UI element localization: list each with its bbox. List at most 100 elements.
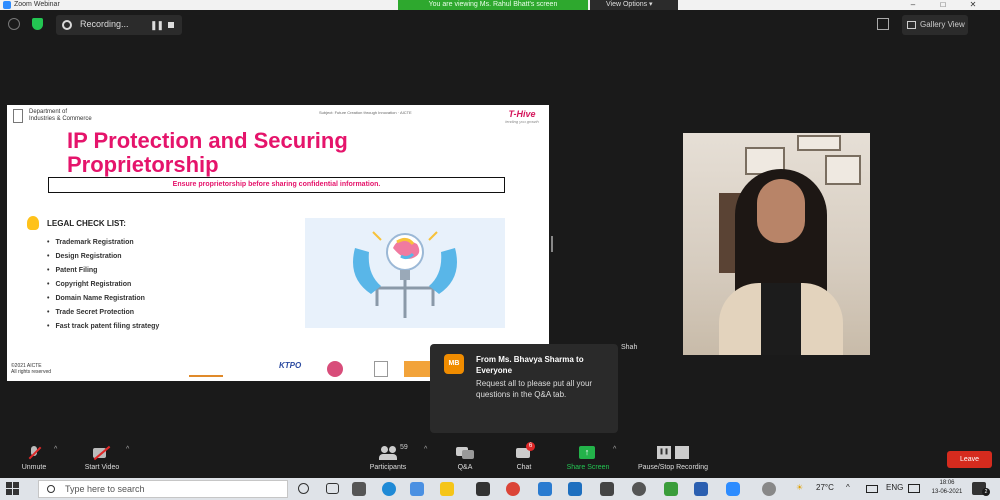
- checklist-title: LEGAL CHECK LIST:: [47, 219, 126, 228]
- zoom-taskbar-icon[interactable]: [726, 482, 740, 496]
- taskbar-app-icon[interactable]: [664, 482, 678, 496]
- chat-label: Chat: [516, 464, 532, 471]
- legal-checklist: Trademark Registration Design Registrati…: [47, 236, 159, 334]
- network-icon[interactable]: [866, 485, 878, 493]
- slide-subject: Subject: Future Creation through Innovat…: [319, 110, 412, 115]
- recording-indicator: Recording... ❚❚: [56, 15, 182, 35]
- start-video-label: Start Video: [84, 464, 120, 471]
- checklist-item: Fast track patent filing strategy: [47, 320, 159, 334]
- chat-icon: 6: [516, 442, 535, 462]
- logo-text: T-Hive: [508, 109, 536, 119]
- minimize-icon[interactable]: –: [902, 0, 924, 10]
- input-language[interactable]: ENG: [886, 483, 903, 492]
- windows-taskbar: Type here to search ☀ 27°C ^ ENG 18:06 1…: [0, 478, 1000, 500]
- video-off-icon: [93, 444, 111, 462]
- organizer-logo: T-Hive lending you growth: [499, 109, 545, 131]
- checklist-item: Design Registration: [47, 250, 159, 264]
- tray-chevron-up-icon[interactable]: ^: [846, 483, 850, 492]
- splitter-handle[interactable]: [551, 236, 553, 252]
- search-icon: [47, 485, 55, 493]
- participants-icon: 59: [378, 444, 408, 462]
- participant-shirt: [761, 283, 801, 355]
- taskbar-app-icon[interactable]: [762, 482, 776, 496]
- sponsor-logo: [327, 361, 343, 377]
- pause-stop-recording-label: Pause/Stop Recording: [637, 464, 709, 471]
- maximize-icon[interactable]: □: [932, 0, 954, 10]
- slide-callout: Ensure proprietorship before sharing con…: [48, 177, 505, 193]
- settings-gear-icon[interactable]: [632, 482, 646, 496]
- share-options-chevron-icon[interactable]: ^: [613, 446, 616, 453]
- edge-icon[interactable]: [382, 482, 396, 496]
- copyright-note: ©2021 AICTE All rights reserved: [11, 363, 51, 375]
- share-screen-button[interactable]: Share Screen: [560, 444, 616, 471]
- sponsor-logos: KTPO: [189, 361, 439, 379]
- chat-unread-badge: 6: [526, 442, 535, 451]
- checklist-item: Trade Secret Protection: [47, 306, 159, 320]
- chat-notification-popup[interactable]: MB From Ms. Bhavya Sharma to Everyone Re…: [430, 344, 618, 433]
- meeting-top-bar: Recording... ❚❚ Gallery View: [0, 10, 1000, 40]
- shared-screen-slide: Department of Industries & Commerce Subj…: [7, 105, 549, 381]
- close-icon[interactable]: ✕: [962, 0, 984, 10]
- copyright-line-2: All rights reserved: [11, 369, 52, 375]
- checklist-item: Patent Filing: [47, 264, 159, 278]
- lightbulb-icon: [27, 216, 39, 230]
- sponsor-logo: [404, 361, 430, 377]
- fullscreen-icon[interactable]: [877, 18, 889, 30]
- grid-icon: [907, 21, 916, 29]
- brain-bulb-illustration: [305, 218, 505, 328]
- participant-face: [757, 179, 805, 243]
- zoom-app-icon: [3, 1, 11, 9]
- mail-icon[interactable]: [568, 482, 582, 496]
- participants-label: Participants: [369, 464, 407, 471]
- qa-icon: [456, 444, 474, 462]
- security-shield-icon[interactable]: [32, 18, 43, 30]
- search-placeholder: Type here to search: [65, 484, 145, 494]
- leave-button[interactable]: Leave: [947, 451, 992, 468]
- recording-icon: [62, 20, 72, 30]
- participant-video[interactable]: [683, 133, 870, 355]
- gallery-view-button[interactable]: Gallery View: [902, 15, 968, 35]
- pause-recording-icon[interactable]: ❚❚: [150, 20, 164, 31]
- taskbar-app-icon[interactable]: [538, 482, 552, 496]
- dropbox-icon[interactable]: [410, 482, 424, 496]
- file-explorer-icon[interactable]: [440, 482, 454, 496]
- taskbar-search-input[interactable]: Type here to search: [38, 480, 288, 498]
- cortana-icon[interactable]: [298, 483, 309, 494]
- recording-label: Recording...: [80, 19, 129, 29]
- taskbar-clock[interactable]: 18:06 13-06-2021: [928, 479, 966, 497]
- sponsor-logo: [374, 361, 388, 377]
- dept-line-1: Department of: [29, 109, 68, 115]
- wall-frame: [797, 135, 841, 151]
- participants-button[interactable]: 59 Participants: [362, 444, 414, 471]
- view-options-button[interactable]: View Options ▾: [590, 0, 678, 10]
- sponsor-logo-ktpo: KTPO: [279, 361, 302, 370]
- stop-recording-icon[interactable]: [168, 22, 174, 28]
- battery-icon[interactable]: [908, 484, 920, 493]
- taskbar-app-icon[interactable]: [694, 482, 708, 496]
- qa-button[interactable]: Q&A: [448, 444, 482, 471]
- department-header: Department of Industries & Commerce: [29, 109, 92, 123]
- dept-line-2: Industries & Commerce: [29, 116, 92, 122]
- logo-subtext: lending you growth: [505, 119, 539, 124]
- participants-options-chevron-icon[interactable]: ^: [424, 446, 427, 453]
- store-icon[interactable]: [476, 482, 490, 496]
- chat-button[interactable]: 6 Chat: [508, 442, 540, 471]
- taskbar-app-icon[interactable]: [600, 482, 614, 496]
- meeting-info-icon[interactable]: [8, 18, 20, 30]
- video-options-chevron-icon[interactable]: ^: [126, 446, 129, 453]
- share-screen-icon: [579, 444, 597, 462]
- pause-stop-recording-button[interactable]: Pause/Stop Recording: [630, 444, 716, 471]
- sender-avatar: MB: [444, 354, 464, 374]
- chrome-icon[interactable]: [506, 482, 520, 496]
- start-video-button[interactable]: Start Video: [78, 444, 126, 471]
- slide-title: IP Protection and Securing Proprietorshi…: [67, 128, 348, 177]
- checklist-item: Domain Name Registration: [47, 292, 159, 306]
- weather-icon: ☀: [796, 483, 804, 492]
- taskbar-app-icon[interactable]: [352, 482, 366, 496]
- audio-options-chevron-icon[interactable]: ^: [54, 446, 57, 453]
- unmute-button[interactable]: Unmute: [14, 444, 54, 471]
- chat-message: Request all to please put all your quest…: [476, 379, 593, 399]
- task-view-icon[interactable]: [326, 483, 339, 494]
- weather-temperature[interactable]: 27°C: [816, 483, 834, 492]
- windows-start-icon[interactable]: [6, 482, 20, 496]
